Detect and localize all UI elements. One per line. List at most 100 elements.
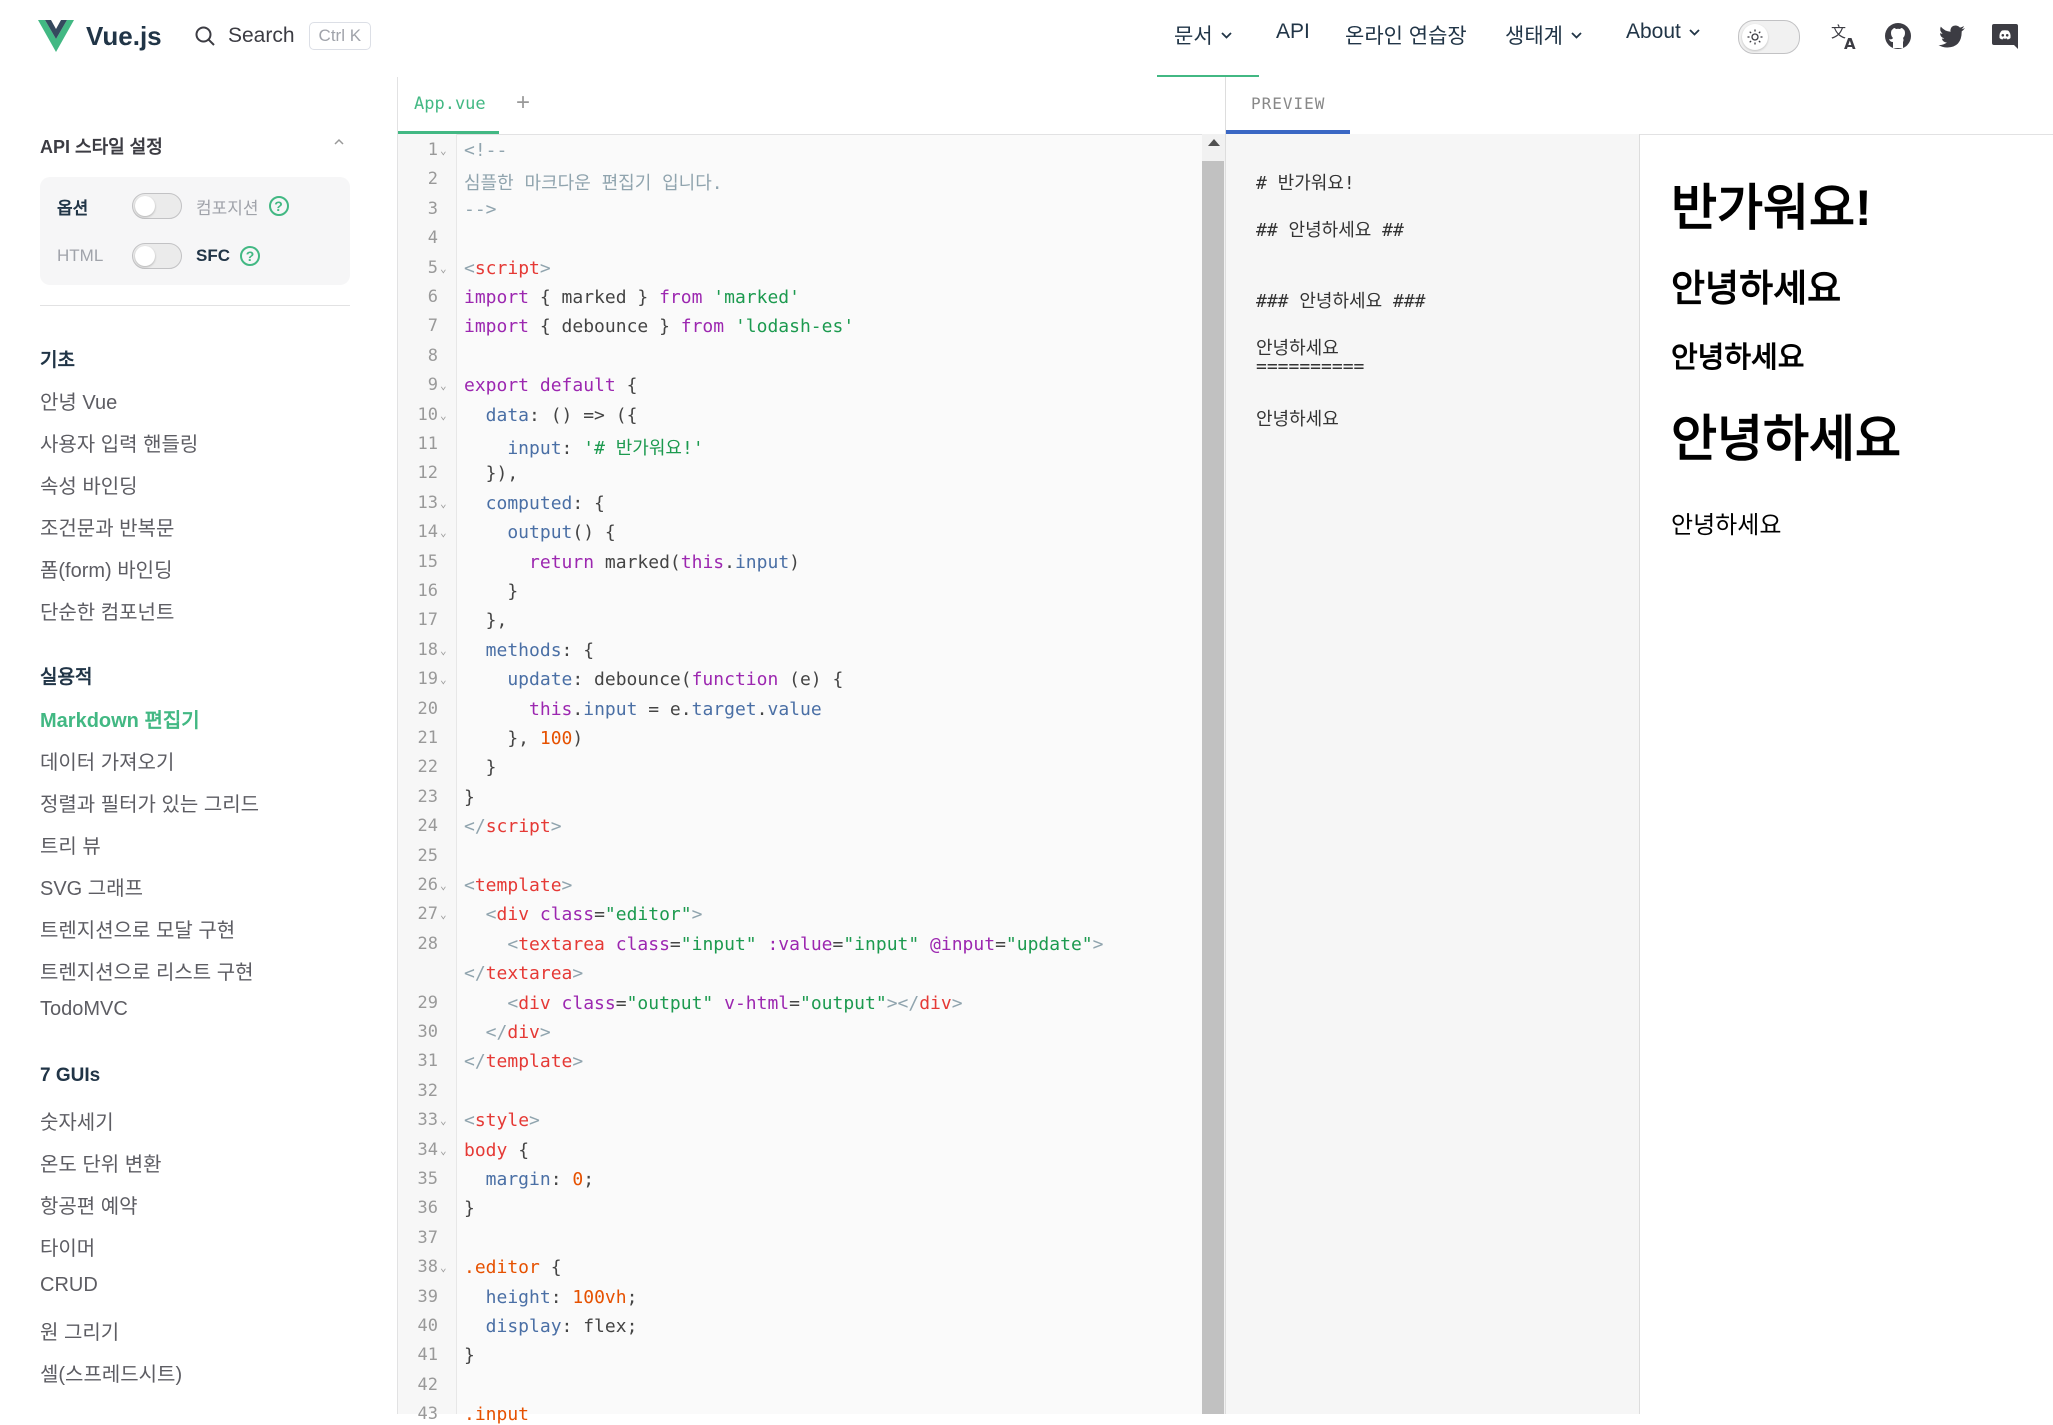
output-h1: 반가워요!	[1671, 180, 1872, 236]
code-line: body {	[464, 1140, 530, 1161]
sidebar-item[interactable]: 숫자세기	[40, 1106, 114, 1135]
code-line: return marked(this.input)	[529, 552, 800, 573]
line-number: 21	[417, 728, 438, 748]
line-number: 7	[427, 316, 438, 336]
line-number: 37	[417, 1228, 438, 1248]
code-line: display: flex;	[464, 1316, 638, 1337]
sidebar-item[interactable]: TodoMVC	[40, 998, 128, 1021]
nav-about[interactable]: About	[1626, 20, 1700, 44]
scroll-up-arrow[interactable]	[1208, 139, 1220, 146]
translate-icon[interactable]: 文 A	[1830, 21, 1860, 51]
help-icon[interactable]: ?	[268, 196, 289, 216]
api-style-switch[interactable]	[132, 193, 182, 219]
logo-text: Vue.js	[86, 20, 162, 51]
sidebar-item[interactable]: 사용자 입력 핸들링	[40, 428, 198, 457]
sfc-switch[interactable]	[132, 243, 182, 269]
help-icon[interactable]: ?	[240, 246, 260, 266]
fold-chevron-icon[interactable]: ⌄	[440, 409, 452, 422]
file-tabs: App.vue +	[398, 77, 1225, 135]
sidebar-item[interactable]: 정렬과 필터가 있는 그리드	[40, 788, 259, 817]
code-line: update: debounce(function (e) {	[464, 669, 844, 690]
vue-logo-link[interactable]: Vue.js	[38, 20, 162, 52]
line-number: 16	[417, 581, 438, 601]
code-line: <style>	[464, 1110, 540, 1131]
code-line: </template>	[464, 1051, 584, 1072]
line-number: 20	[417, 699, 438, 719]
code-line: </div>	[464, 1022, 551, 1043]
sidebar-item[interactable]: 데이터 가져오기	[40, 746, 174, 775]
fold-chevron-icon[interactable]: ⌄	[440, 644, 452, 657]
theme-toggle-knob	[1742, 24, 1768, 50]
fold-chevron-icon[interactable]: ⌄	[440, 1261, 452, 1274]
file-tab-app-vue[interactable]: App.vue	[414, 94, 486, 114]
fold-chevron-icon[interactable]: ⌄	[440, 673, 452, 686]
line-number: 17	[417, 610, 438, 630]
code-line: -->	[464, 199, 497, 220]
sidebar-item-active[interactable]: Markdown 편집기	[40, 704, 200, 733]
line-number: 28	[417, 934, 438, 954]
nav-api[interactable]: API	[1276, 20, 1310, 44]
textarea-line: ==========	[1256, 356, 1365, 377]
line-number: 11	[417, 434, 438, 454]
fold-chevron-icon[interactable]: ⌄	[440, 262, 452, 275]
code-line: this.input = e.target.value	[529, 699, 822, 720]
discord-icon[interactable]	[1990, 21, 2020, 51]
sidebar-item[interactable]: 조건문과 반복문	[40, 512, 174, 541]
twitter-icon[interactable]	[1937, 21, 1967, 51]
sidebar-item[interactable]: 원 그리기	[40, 1316, 119, 1345]
fold-chevron-icon[interactable]: ⌄	[440, 497, 452, 510]
search-button[interactable]: Search Ctrl K	[194, 22, 372, 50]
sidebar-item[interactable]: 타이머	[40, 1232, 95, 1261]
nav-about-label: About	[1626, 20, 1681, 43]
line-number: 10	[417, 405, 438, 425]
line-number: 29	[417, 993, 438, 1013]
sidebar-item[interactable]: 단순한 컴포넌트	[40, 596, 174, 625]
sidebar-item[interactable]: 트리 뷰	[40, 830, 101, 859]
sidebar-item[interactable]: 트렌지션으로 모달 구현	[40, 914, 235, 943]
theme-toggle[interactable]	[1738, 20, 1800, 54]
line-number: 27	[417, 904, 438, 924]
chevron-down-icon	[1689, 28, 1700, 36]
line-number: 6	[427, 287, 438, 307]
nav-ecosystem[interactable]: 생태계	[1505, 20, 1582, 50]
nav-docs[interactable]: 문서	[1174, 20, 1232, 50]
github-icon[interactable]	[1883, 21, 1913, 51]
sidebar-item[interactable]: 항공편 예약	[40, 1190, 138, 1219]
switch-knob	[135, 246, 155, 266]
sidebar-item[interactable]: 트렌지션으로 리스트 구현	[40, 956, 254, 985]
sidebar: API 스타일 설정 옵션 컴포지션 ? HTML SFC ? 기초 안녕 Vu…	[0, 77, 398, 1414]
editor-scrollbar-thumb[interactable]	[1202, 161, 1224, 1414]
output-paragraph: 안녕하세요	[1671, 512, 1782, 539]
line-number: 38	[417, 1257, 438, 1277]
sidebar-item[interactable]: 셀(스프레드시트)	[40, 1358, 182, 1387]
sidebar-group-title: 7 GUIs	[40, 1065, 101, 1086]
add-file-button[interactable]: +	[516, 89, 530, 117]
sidebar-item[interactable]: 속성 바인딩	[40, 470, 138, 499]
sidebar-item[interactable]: CRUD	[40, 1274, 98, 1297]
textarea-line: ## 안녕하세요 ##	[1256, 220, 1404, 241]
line-number: 4	[427, 228, 438, 248]
nav-playground[interactable]: 온라인 연습장	[1345, 20, 1467, 50]
line-number: 42	[417, 1375, 438, 1395]
fold-chevron-icon[interactable]: ⌄	[440, 1114, 452, 1127]
fold-chevron-icon[interactable]: ⌄	[440, 1144, 452, 1157]
chevron-up-icon[interactable]	[333, 137, 345, 147]
fold-chevron-icon[interactable]: ⌄	[440, 879, 452, 892]
code-line: <script>	[464, 258, 551, 279]
fold-chevron-icon[interactable]: ⌄	[440, 144, 452, 157]
line-number: 14	[417, 522, 438, 542]
line-number: 18	[417, 640, 438, 660]
sidebar-item[interactable]: 안녕 Vue	[40, 386, 117, 415]
preview-tab[interactable]: PREVIEW	[1251, 94, 1325, 113]
markdown-textarea[interactable]: # 반가워요! ## 안녕하세요 ## ### 안녕하세요 ### 안녕하세요 …	[1226, 134, 1640, 1414]
line-number: 36	[417, 1198, 438, 1218]
line-number: 31	[417, 1051, 438, 1071]
search-icon	[195, 26, 215, 46]
line-number: 33	[417, 1110, 438, 1130]
fold-chevron-icon[interactable]: ⌄	[440, 908, 452, 921]
sidebar-item[interactable]: 폼(form) 바인딩	[40, 554, 172, 583]
sidebar-item[interactable]: SVG 그래프	[40, 872, 143, 901]
fold-chevron-icon[interactable]: ⌄	[440, 379, 452, 392]
fold-chevron-icon[interactable]: ⌄	[440, 526, 452, 539]
sidebar-item[interactable]: 온도 단위 변환	[40, 1148, 162, 1177]
